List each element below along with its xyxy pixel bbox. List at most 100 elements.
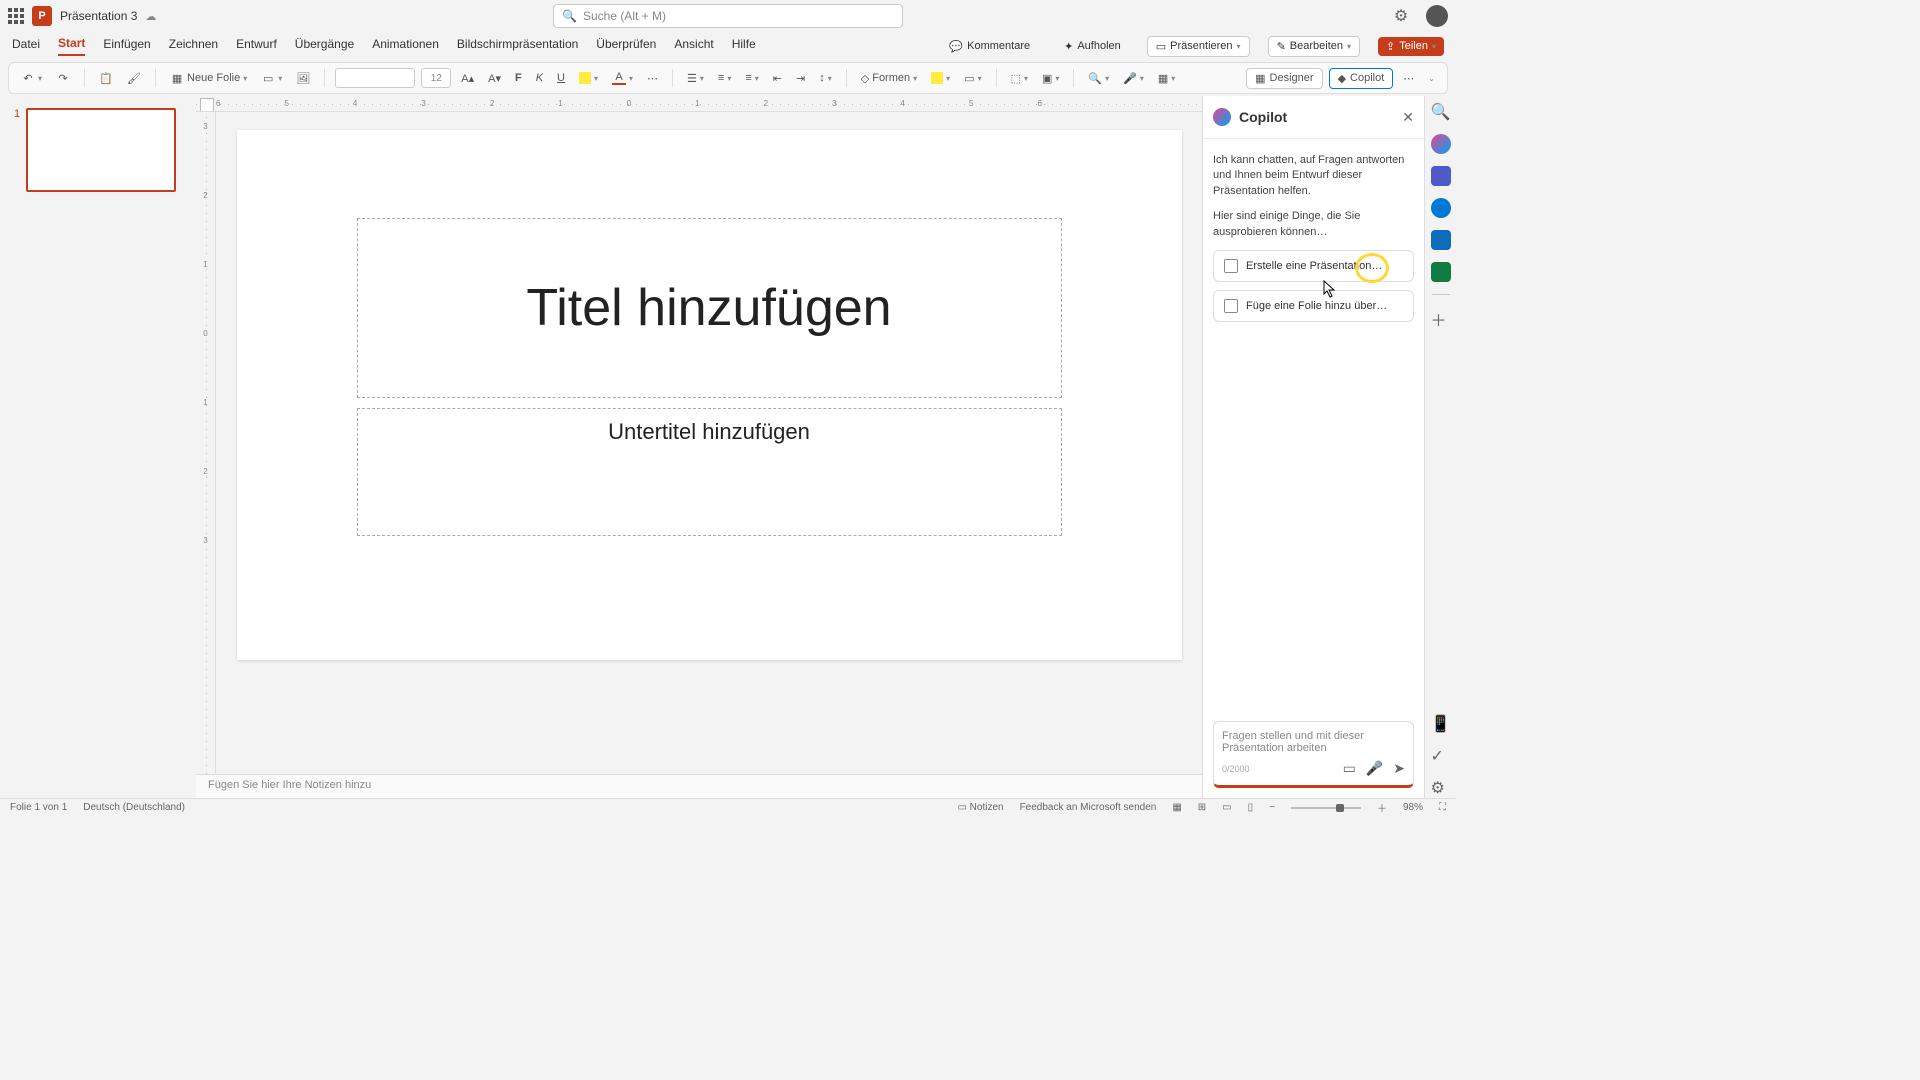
tab-zeichnen[interactable]: Zeichnen [169,37,218,55]
catchup-icon: ✦ [1064,40,1073,53]
underline-button[interactable]: U [553,70,569,86]
more-font-button[interactable]: ⋯ [643,70,662,87]
search-input[interactable]: 🔍 Suche (Alt + M) [553,4,903,28]
copilot-suggestion-add-slide[interactable]: Füge eine Folie hinzu über… [1213,290,1414,322]
present-icon: ▭ [1156,40,1166,53]
more-commands-button[interactable]: ⋯ [1399,70,1418,87]
rail-phone-icon[interactable]: 📱 [1431,714,1451,734]
shape-outline-button[interactable]: ▭▾ [960,70,985,87]
fit-to-window-button[interactable]: ⛶ [1439,802,1446,813]
rail-todo-icon[interactable]: ✓ [1431,746,1451,766]
rail-teams-icon[interactable] [1431,166,1451,186]
tab-entwurf[interactable]: Entwurf [236,37,277,55]
tab-start[interactable]: Start [58,36,85,56]
edit-icon: ✎ [1277,40,1286,53]
slide-canvas[interactable]: Titel hinzufügen Untertitel hinzufügen [237,130,1182,660]
view-normal-button[interactable]: ▦ [1172,802,1181,813]
underline-icon: U [557,72,565,84]
tab-ansicht[interactable]: Ansicht [674,37,713,55]
tab-bildschirm[interactable]: Bildschirmpräsentation [457,37,578,55]
addins-button[interactable]: ▦▾ [1154,70,1179,87]
decrease-font-button[interactable]: A▾ [484,70,505,87]
user-avatar[interactable] [1426,5,1448,27]
thumbnail-slide-1[interactable] [26,108,176,192]
undo-button[interactable]: ↶▾ [17,69,46,87]
rail-other-icon[interactable] [1431,262,1451,282]
clipboard-icon: 📋 [99,71,113,85]
rail-outlook-icon[interactable] [1431,230,1451,250]
tab-ueberpruefen[interactable]: Überprüfen [596,37,656,55]
arrange-button[interactable]: ⬚▾ [1007,70,1032,87]
align-button[interactable]: ≡▾ [741,70,762,86]
notes-input[interactable]: Fügen Sie hier Ihre Notizen hinzu [196,774,1202,798]
copilot-input[interactable]: Fragen stellen und mit dieser Präsentati… [1213,721,1414,788]
dictate-button[interactable]: 🎤▾ [1119,70,1148,87]
tab-animationen[interactable]: Animationen [372,37,439,55]
rail-edge-icon[interactable] [1431,198,1451,218]
indent-decrease-button[interactable]: ⇤ [769,70,786,87]
find-button[interactable]: 🔍▾ [1084,70,1113,87]
outline-toggle[interactable] [200,98,214,112]
layout-button[interactable]: ▭▾ [257,69,286,87]
collapse-ribbon-button[interactable]: ⌄ [1424,72,1439,85]
formen-button[interactable]: ◇Formen▾ [857,70,921,87]
settings-icon[interactable]: ⚙ [1390,5,1412,27]
send-icon[interactable]: ➤ [1393,760,1405,777]
close-copilot-button[interactable]: ✕ [1402,109,1414,126]
designer-button[interactable]: ▦Designer [1246,68,1322,89]
bearbeiten-button[interactable]: ✎Bearbeiten▾ [1268,36,1360,57]
font-color-button[interactable]: A▾ [608,69,637,87]
view-slideshow-button[interactable]: ▯ [1248,802,1254,813]
teilen-button[interactable]: ⇪Teilen▾ [1378,37,1444,56]
attach-icon[interactable]: ▭ [1343,760,1356,777]
indent-increase-button[interactable]: ⇥ [792,70,809,87]
zoom-value[interactable]: 98% [1403,802,1423,813]
rail-settings-icon[interactable]: ⚙ [1431,778,1451,798]
rail-add-icon[interactable]: ＋ [1431,307,1451,327]
numbering-button[interactable]: ≡▾ [714,70,735,86]
tab-einfuegen[interactable]: Einfügen [103,37,150,55]
designer-icon: ▦ [1255,72,1265,85]
redo-button[interactable]: ↷ [52,69,74,87]
right-rail: 🔍 ＋ 📱 ✓ ⚙ [1424,96,1456,798]
numbering-icon: ≡ [718,72,724,84]
aufholen-button[interactable]: ✦Aufholen [1056,37,1129,56]
format-painter-button[interactable]: 🖌 [123,69,145,87]
group-button[interactable]: ▣▾ [1038,70,1063,87]
tab-datei[interactable]: Datei [12,37,40,55]
status-feedback[interactable]: Feedback an Microsoft senden [1020,802,1157,813]
font-size-input[interactable]: 12 [421,68,451,88]
italic-button[interactable]: K [532,70,547,86]
cloud-save-icon[interactable]: ☁ [145,10,156,23]
status-notizen[interactable]: ▭ Notizen [957,802,1003,813]
tab-hilfe[interactable]: Hilfe [732,37,756,55]
subtitle-placeholder[interactable]: Untertitel hinzufügen [357,408,1062,536]
font-name-input[interactable] [335,68,415,88]
status-language[interactable]: Deutsch (Deutschland) [83,802,185,813]
zoom-out-button[interactable]: − [1269,802,1275,813]
mic-input-icon[interactable]: 🎤 [1366,760,1383,777]
neue-folie-button[interactable]: ▦Neue Folie▾ [166,69,251,87]
rail-copilot-icon[interactable] [1431,134,1451,154]
bullets-button[interactable]: ☰▾ [683,70,708,87]
app-launcher-icon[interactable] [8,8,24,24]
copilot-suggestion-create[interactable]: Erstelle eine Präsentation… [1213,250,1414,282]
paste-button[interactable]: 📋 [95,69,117,87]
view-reading-button[interactable]: ▭ [1222,802,1231,813]
shape-fill-button[interactable]: ▾ [927,70,954,86]
kommentare-button[interactable]: 💬Kommentare [941,37,1038,56]
line-spacing-button[interactable]: ↕▾ [815,70,836,86]
zoom-slider[interactable] [1291,807,1361,809]
tab-uebergaenge[interactable]: Übergänge [295,37,354,55]
title-placeholder[interactable]: Titel hinzufügen [357,218,1062,398]
bold-button[interactable]: F [511,70,526,86]
reuse-button[interactable]: 🖼 [292,69,314,87]
rail-search-icon[interactable]: 🔍 [1431,102,1451,122]
view-sorter-button[interactable]: ⊞ [1198,802,1206,813]
highlight-button[interactable]: ▾ [575,70,602,86]
copilot-toolbar-button[interactable]: ◆Copilot [1329,68,1394,89]
increase-font-button[interactable]: A▴ [457,70,478,87]
zoom-in-button[interactable]: ＋ [1377,800,1387,815]
document-name[interactable]: Präsentation 3 [60,9,137,23]
praesentieren-button[interactable]: ▭Präsentieren▾ [1147,36,1250,57]
